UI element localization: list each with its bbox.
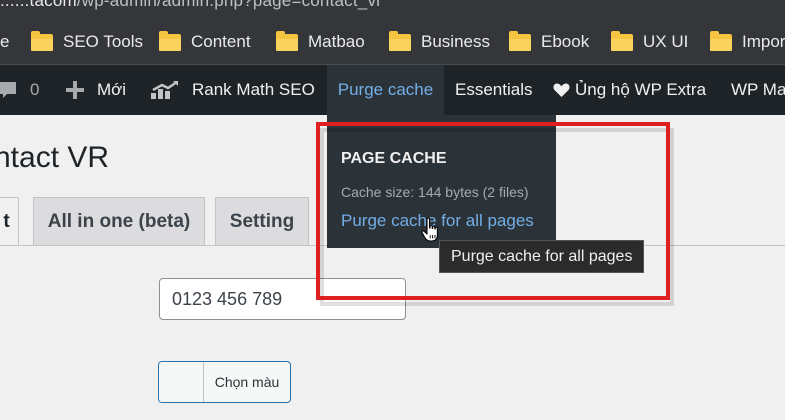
new-label: Mới	[97, 80, 127, 99]
comments-count: 0	[30, 80, 40, 99]
admin-bar-comments[interactable]: 0	[0, 65, 52, 115]
color-swatch	[159, 362, 204, 402]
bookmark-partial[interactable]: e	[0, 20, 9, 64]
bookmark-label: SEO Tools	[63, 32, 144, 51]
wp-admin-bar: 0 Mới Rank Math SEO Purge cache Essentia…	[0, 65, 785, 115]
folder-icon	[611, 30, 633, 51]
tab-label: All in one (beta)	[47, 210, 191, 232]
bookmark-label: Business	[421, 32, 490, 51]
folder-icon	[276, 30, 298, 51]
wp-ma-label: WP Ma	[731, 80, 785, 99]
purge-cache-dropdown: PAGE CACHE Cache size: 144 bytes (2 file…	[327, 115, 556, 248]
admin-bar-rank-math[interactable]: Rank Math SEO	[150, 65, 315, 115]
bookmark-import[interactable]: Impor	[710, 20, 785, 64]
tab-label: t	[3, 211, 10, 232]
bookmarks-bar: e SEO Tools Content Matbao Business Eboo…	[0, 20, 785, 65]
essentials-label: Essentials	[455, 80, 533, 99]
bookmark-label: Ebook	[541, 32, 590, 51]
bookmark-label: Content	[191, 32, 251, 51]
plus-icon	[66, 81, 84, 99]
folder-icon	[31, 30, 53, 51]
tab-contact[interactable]: t	[0, 197, 19, 246]
rank-math-label: Rank Math SEO	[192, 80, 315, 99]
comment-icon	[0, 82, 16, 98]
admin-bar-purge-cache[interactable]: Purge cache	[327, 65, 444, 115]
bookmark-seo-tools[interactable]: SEO Tools	[31, 20, 143, 64]
page-title: ntact VR	[0, 141, 110, 174]
bookmark-label: UX UI	[643, 32, 689, 51]
folder-icon	[710, 30, 732, 51]
phone-input[interactable]	[159, 278, 406, 320]
tab-setting[interactable]: Setting	[215, 197, 309, 245]
url-text: ......tacom/wp-admin/admin.php?page=cont…	[0, 0, 382, 10]
cache-size-text: Cache size: 144 bytes (2 files)	[341, 184, 529, 200]
page-cache-heading: PAGE CACHE	[341, 150, 447, 167]
rank-math-icon	[151, 80, 178, 99]
bookmark-matbao[interactable]: Matbao	[276, 20, 365, 64]
bookmark-business[interactable]: Business	[389, 20, 490, 64]
bookmark-ux-ui[interactable]: UX UI	[611, 20, 688, 64]
folder-icon	[509, 30, 531, 51]
folder-icon	[159, 30, 181, 51]
tab-all-in-one[interactable]: All in one (beta)	[33, 197, 205, 245]
admin-bar-donate[interactable]: Ủng hộ WP Extra	[553, 65, 706, 115]
folder-icon	[389, 30, 411, 51]
heart-icon	[553, 83, 570, 97]
hand-pointer-cursor-icon	[421, 217, 438, 242]
bookmark-ebook[interactable]: Ebook	[509, 20, 589, 64]
bookmark-content[interactable]: Content	[159, 20, 251, 64]
color-picker-button[interactable]: Chọn màu	[158, 361, 291, 403]
browser-url-bar[interactable]: ......tacom/wp-admin/admin.php?page=cont…	[0, 0, 785, 20]
tab-label: Setting	[229, 210, 295, 232]
admin-bar-wp-ma[interactable]: WP Ma	[731, 65, 785, 115]
donate-label: Ủng hộ WP Extra	[575, 80, 707, 99]
color-picker-label: Chọn màu	[214, 374, 280, 390]
admin-bar-new[interactable]: Mới	[65, 65, 126, 115]
bookmark-label: Matbao	[308, 32, 365, 51]
admin-bar-essentials[interactable]: Essentials	[455, 65, 532, 115]
purge-cache-label: Purge cache	[337, 80, 434, 99]
tooltip: Purge cache for all pages	[439, 240, 645, 273]
bookmark-label: Impor	[742, 32, 785, 51]
